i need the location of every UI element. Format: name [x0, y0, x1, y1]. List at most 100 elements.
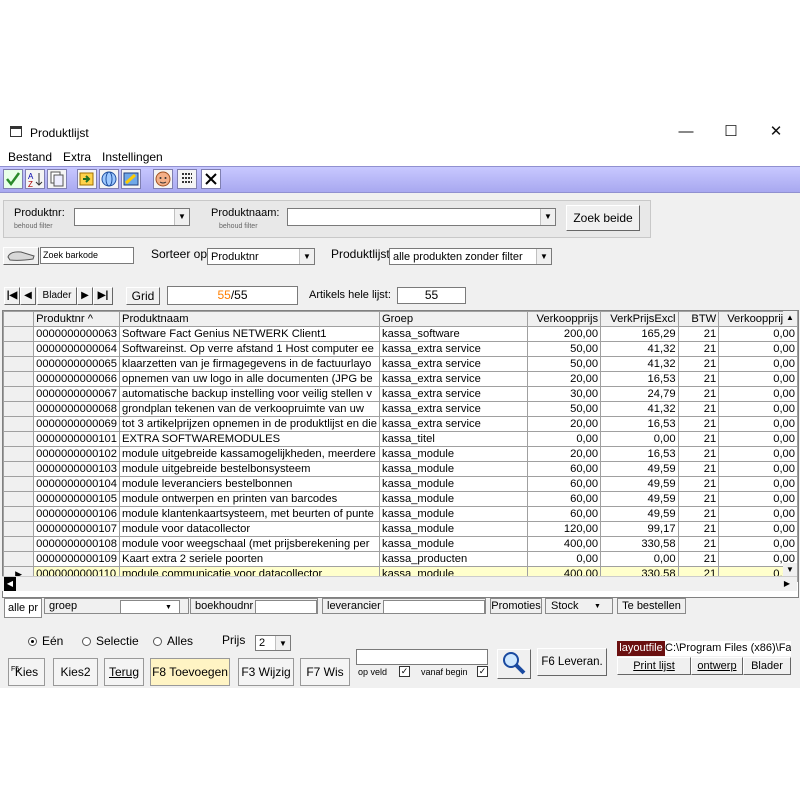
- cell-groep[interactable]: kassa_extra service: [378, 386, 528, 402]
- cell-produktnaam[interactable]: module ontwerpen en printen van barcodes: [118, 491, 380, 507]
- cell-btw[interactable]: 21: [677, 446, 720, 462]
- cell-verkoopprijs[interactable]: 20,00: [526, 416, 602, 432]
- scroll-up-icon[interactable]: ▲: [783, 311, 797, 325]
- cell-verkoopprijs2[interactable]: 0,00: [718, 386, 798, 402]
- cell-verkprijsexcl[interactable]: 49,59: [600, 461, 679, 477]
- leverancier-filter[interactable]: leverancier: [322, 598, 486, 614]
- cell-produktnr[interactable]: 0000000000102: [33, 446, 120, 462]
- cell-produktnr[interactable]: 0000000000066: [33, 371, 120, 387]
- scroll-left-icon[interactable]: ◀: [4, 577, 16, 591]
- cell-verkoopprijs2[interactable]: 0,00: [718, 506, 798, 522]
- cell-btw[interactable]: 21: [677, 386, 720, 402]
- table-row[interactable]: 0000000000103 module uitgebreide bestelbo…: [3, 461, 798, 477]
- stock-filter[interactable]: Stock ▼: [545, 598, 613, 614]
- f3-wijzig-button[interactable]: F3 Wijzig: [238, 658, 294, 686]
- cell-verkprijsexcl[interactable]: 41,32: [600, 401, 679, 417]
- barcode-search-field[interactable]: Zoek barkode: [40, 247, 134, 264]
- alle-produkten-tab[interactable]: alle pr: [4, 598, 42, 618]
- cell-verkoopprijs2[interactable]: 0,00: [718, 371, 798, 387]
- browse-layout-button[interactable]: Blader: [743, 657, 791, 675]
- cell-verkoopprijs[interactable]: 60,00: [526, 506, 602, 522]
- row-indicator[interactable]: [3, 476, 35, 492]
- cell-produktnr[interactable]: 0000000000109: [33, 551, 120, 567]
- table-row[interactable]: 0000000000105 module ontwerpen en printen…: [3, 491, 798, 507]
- chevron-down-icon[interactable]: ▼: [174, 209, 189, 225]
- cell-verkoopprijs[interactable]: 50,00: [526, 356, 602, 372]
- column-header-produktnr[interactable]: Produktnr ^: [33, 311, 120, 327]
- user-icon[interactable]: [153, 169, 173, 189]
- table-row[interactable]: 0000000000067 automatische backup instell…: [3, 386, 798, 402]
- cell-groep[interactable]: kassa_extra service: [378, 401, 528, 417]
- cell-produktnaam[interactable]: klaarzetten van je firmagegevens in de f…: [118, 356, 380, 372]
- table-row[interactable]: 0000000000069 tot 3 artikelprijzen opneme…: [3, 416, 798, 432]
- cell-verkoopprijs2[interactable]: 0,00: [718, 521, 798, 537]
- cell-groep[interactable]: kassa_module: [378, 446, 528, 462]
- column-header-btw[interactable]: BTW: [677, 311, 720, 327]
- cell-btw[interactable]: 21: [677, 356, 720, 372]
- row-indicator[interactable]: [3, 431, 35, 447]
- cell-produktnr[interactable]: 0000000000104: [33, 476, 120, 492]
- tools-icon[interactable]: [121, 169, 141, 189]
- cell-produktnaam[interactable]: module klantenkaartsysteem, met beurten …: [118, 506, 380, 522]
- cell-produktnr[interactable]: 0000000000106: [33, 506, 120, 522]
- check-icon[interactable]: [3, 169, 23, 189]
- cell-btw[interactable]: 21: [677, 431, 720, 447]
- f7-wis-button[interactable]: F7 Wis: [300, 658, 350, 686]
- leverancier-input[interactable]: [383, 600, 485, 614]
- minimize-button[interactable]: —: [666, 120, 706, 144]
- cell-verkoopprijs[interactable]: 60,00: [526, 476, 602, 492]
- cell-verkoopprijs[interactable]: 20,00: [526, 446, 602, 462]
- row-indicator[interactable]: [3, 551, 35, 567]
- cell-btw[interactable]: 21: [677, 461, 720, 477]
- produktnaam-input[interactable]: ▼: [287, 208, 556, 226]
- cell-verkoopprijs[interactable]: 50,00: [526, 401, 602, 417]
- boekhoudnr-filter[interactable]: boekhoudnr: [190, 598, 318, 614]
- table-row[interactable]: 0000000000106 module klantenkaartsysteem,…: [3, 506, 798, 522]
- cell-groep[interactable]: kassa_software: [378, 326, 528, 342]
- row-indicator[interactable]: [3, 416, 35, 432]
- table-row[interactable]: 0000000000108 module voor weegschaal (met…: [3, 536, 798, 552]
- cell-verkoopprijs[interactable]: 400,00: [526, 536, 602, 552]
- cell-groep[interactable]: kassa_extra service: [378, 416, 528, 432]
- browse-button[interactable]: Blader: [37, 287, 77, 305]
- row-indicator[interactable]: [3, 326, 35, 342]
- design-button[interactable]: ontwerp: [691, 657, 743, 675]
- vanaf-begin-checkbox[interactable]: ✓: [477, 666, 488, 677]
- row-indicator[interactable]: [3, 491, 35, 507]
- row-indicator[interactable]: [3, 506, 35, 522]
- barcode-scanner-button[interactable]: [3, 247, 39, 265]
- row-indicator[interactable]: [3, 521, 35, 537]
- cell-verkprijsexcl[interactable]: 49,59: [600, 506, 679, 522]
- column-header-verkprijsexcl[interactable]: VerkPrijsExcl: [600, 311, 679, 327]
- cell-produktnr[interactable]: 0000000000101: [33, 431, 120, 447]
- cell-groep[interactable]: kassa_module: [378, 491, 528, 507]
- row-indicator[interactable]: [3, 371, 35, 387]
- scroll-down-icon[interactable]: ▼: [783, 563, 797, 577]
- cell-verkprijsexcl[interactable]: 24,79: [600, 386, 679, 402]
- row-indicator[interactable]: [3, 341, 35, 357]
- cell-btw[interactable]: 21: [677, 371, 720, 387]
- list-icon[interactable]: [177, 169, 197, 189]
- cell-groep[interactable]: kassa_titel: [378, 431, 528, 447]
- cell-verkoopprijs[interactable]: 50,00: [526, 341, 602, 357]
- cell-produktnaam[interactable]: module uitgebreide bestelbonsysteem: [118, 461, 380, 477]
- cell-verkprijsexcl[interactable]: 16,53: [600, 446, 679, 462]
- search-web-icon[interactable]: [99, 169, 119, 189]
- table-row[interactable]: 0000000000068 grondplan tekenen van de ve…: [3, 401, 798, 417]
- cell-verkoopprijs2[interactable]: 0,00: [718, 356, 798, 372]
- terug-button[interactable]: Terug: [104, 658, 144, 686]
- cell-produktnr[interactable]: 0000000000103: [33, 461, 120, 477]
- selectie-radio[interactable]: [82, 637, 91, 646]
- cell-produktnaam[interactable]: opnemen van uw logo in alle documenten (…: [118, 371, 380, 387]
- cell-btw[interactable]: 21: [677, 326, 720, 342]
- grid-button[interactable]: Grid: [126, 287, 160, 305]
- cell-groep[interactable]: kassa_module: [378, 461, 528, 477]
- cell-verkoopprijs2[interactable]: 0,00: [718, 461, 798, 477]
- chevron-down-icon[interactable]: ▼: [299, 249, 314, 264]
- cell-groep[interactable]: kassa_module: [378, 506, 528, 522]
- kies-button[interactable]: F5 Kies: [8, 658, 45, 686]
- cell-btw[interactable]: 21: [677, 506, 720, 522]
- cell-verkoopprijs2[interactable]: 0,00: [718, 341, 798, 357]
- cell-btw[interactable]: 21: [677, 521, 720, 537]
- cell-groep[interactable]: kassa_producten: [378, 551, 528, 567]
